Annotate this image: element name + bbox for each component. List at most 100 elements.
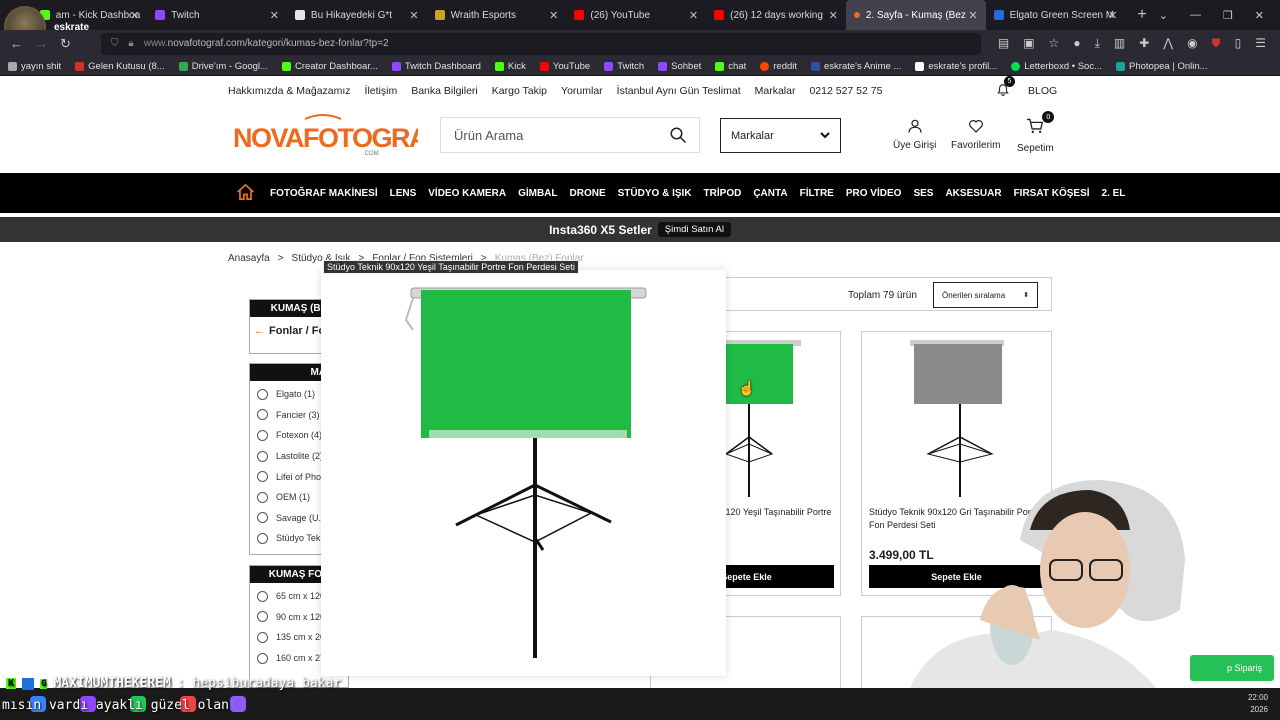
- member-login-button[interactable]: Üye Girişi: [893, 118, 936, 151]
- reader-icon[interactable]: ▤: [998, 36, 1009, 51]
- bookmark[interactable]: Gelen Kutusu (8...: [75, 61, 165, 72]
- extension-icon[interactable]: ●: [1073, 36, 1080, 51]
- nav-item[interactable]: SES: [913, 188, 933, 199]
- phone-number[interactable]: 0212 527 52 75: [809, 85, 882, 97]
- radio-button[interactable]: [257, 652, 268, 664]
- site-logo[interactable]: NOVAFOTOGRAF .COM: [233, 113, 445, 159]
- bookmark[interactable]: YouTube: [539, 61, 590, 72]
- nav-item[interactable]: VİDEO KAMERA: [428, 188, 506, 199]
- buy-now-button[interactable]: Şimdi Satın Al: [657, 222, 731, 237]
- reload-icon[interactable]: ↻: [60, 36, 71, 52]
- account-icon[interactable]: ◉: [1187, 36, 1197, 51]
- search-icon[interactable]: [669, 126, 687, 147]
- nav-item[interactable]: TRİPOD: [704, 188, 742, 199]
- star-icon[interactable]: ☆: [1049, 36, 1060, 51]
- radio-button[interactable]: [257, 409, 268, 421]
- bookmark[interactable]: Twitch: [604, 61, 644, 72]
- radio-button[interactable]: [257, 491, 268, 503]
- radio-button[interactable]: [257, 471, 268, 483]
- sort-select[interactable]: Önerilen sıralama ⬍: [933, 282, 1038, 308]
- close-window-icon[interactable]: ✕: [1255, 9, 1264, 22]
- bookmark[interactable]: eskrate's Anime ...: [811, 61, 901, 72]
- close-icon[interactable]: ✕: [1108, 9, 1117, 22]
- radio-button[interactable]: [257, 611, 268, 623]
- nav-item[interactable]: STÜDYO & IŞIK: [618, 188, 692, 199]
- radio-button[interactable]: [257, 532, 268, 544]
- radio-button[interactable]: [257, 590, 268, 602]
- close-icon[interactable]: ✕: [968, 9, 977, 22]
- top-link[interactable]: Banka Bilgileri: [411, 85, 478, 97]
- sync-icon[interactable]: ⋀: [1163, 36, 1173, 51]
- nav-item[interactable]: 2. EL: [1102, 188, 1126, 199]
- bookmark[interactable]: Sohbet: [658, 61, 701, 72]
- bookmark[interactable]: Twitch Dashboard: [391, 61, 481, 72]
- bookmark[interactable]: yayın shit: [8, 61, 61, 72]
- bookmark[interactable]: Drive'ım - Googl...: [178, 61, 268, 72]
- radio-button[interactable]: [257, 429, 268, 441]
- radio-button[interactable]: [257, 512, 268, 524]
- close-icon[interactable]: ✕: [549, 9, 558, 22]
- radio-button[interactable]: [257, 631, 268, 643]
- tab-elgato[interactable]: Elgato Green Screen M ✕: [986, 0, 1126, 30]
- list-tabs-icon[interactable]: ⌄: [1159, 9, 1168, 22]
- maximize-icon[interactable]: ❐: [1223, 9, 1233, 22]
- radio-button[interactable]: [257, 388, 268, 400]
- tab-twitch[interactable]: Twitch ✕: [147, 0, 287, 30]
- cart-button[interactable]: 0 Sepetim: [1017, 111, 1055, 154]
- bookmark[interactable]: Kick: [494, 61, 526, 72]
- close-icon[interactable]: ✕: [270, 9, 279, 22]
- bell-icon[interactable]: 5: [996, 75, 1015, 100]
- tab-novafotograf[interactable]: 2. Sayfa - Kumaş (Bez ✕: [845, 0, 986, 30]
- nav-item[interactable]: PRO VİDEO: [846, 188, 902, 199]
- radio-button[interactable]: [257, 450, 268, 462]
- nav-item[interactable]: FIRSAT KÖŞESİ: [1014, 188, 1090, 199]
- blog-link[interactable]: BLOG: [1028, 85, 1057, 97]
- top-link[interactable]: Hakkımızda & Mağazamız: [228, 85, 351, 97]
- new-tab-button[interactable]: +: [1125, 0, 1158, 30]
- promo-banner[interactable]: Insta360 X5 Setler Şimdi Satın Al: [0, 217, 1280, 242]
- bookmark[interactable]: eskrate's profil...: [915, 61, 997, 72]
- close-icon[interactable]: ✕: [130, 9, 139, 22]
- bookmark[interactable]: reddit: [760, 61, 797, 72]
- screenshot-icon[interactable]: ▣: [1023, 36, 1034, 51]
- top-link[interactable]: Markalar: [755, 85, 796, 97]
- close-icon[interactable]: ✕: [689, 9, 698, 22]
- nav-item[interactable]: GİMBAL: [518, 188, 557, 199]
- tab-wraith[interactable]: Wraith Esports ✕: [427, 0, 567, 30]
- home-icon[interactable]: [236, 183, 255, 206]
- nav-item[interactable]: DRONE: [570, 188, 606, 199]
- top-link[interactable]: İletişim: [365, 85, 398, 97]
- bookmark[interactable]: chat: [715, 61, 746, 72]
- tab-hikaye[interactable]: Bu Hikayedeki G*t ✕: [287, 0, 427, 30]
- top-link[interactable]: Yorumlar: [561, 85, 603, 97]
- whatsapp-order-button[interactable]: p Sipariş: [1190, 655, 1274, 681]
- nav-item[interactable]: ÇANTA: [753, 188, 787, 199]
- history-icon[interactable]: ▥: [1114, 36, 1125, 51]
- favorites-button[interactable]: Favorilerim: [951, 118, 1000, 151]
- address-bar[interactable]: ⛉ 🔒︎ www.novafotograf.com/kategori/kumas…: [100, 32, 981, 55]
- app-icon[interactable]: [230, 696, 246, 712]
- top-link[interactable]: İstanbul Aynı Gün Teslimat: [617, 85, 741, 97]
- nav-item[interactable]: FİLTRE: [800, 188, 834, 199]
- nav-item[interactable]: AKSESUAR: [945, 188, 1001, 199]
- breadcrumb-item[interactable]: Anasayfa: [228, 253, 270, 264]
- puzzle-icon[interactable]: ✚: [1139, 36, 1149, 51]
- minimize-icon[interactable]: —: [1190, 9, 1201, 21]
- tab-youtube-video[interactable]: (26) 12 days working ✕: [706, 0, 846, 30]
- forward-icon[interactable]: →: [35, 36, 48, 51]
- nav-item[interactable]: FOTOĞRAF MAKİNESİ: [270, 188, 378, 199]
- search-input[interactable]: Ürün Arama: [440, 117, 700, 153]
- tab-kick-dashboard[interactable]: am - Kick Dashboa ✕: [32, 0, 147, 30]
- bookmark[interactable]: Letterboxd • Soc...: [1011, 61, 1102, 72]
- tab-youtube[interactable]: (26) YouTube ✕: [566, 0, 706, 30]
- back-icon[interactable]: ←: [10, 36, 23, 51]
- brands-dropdown[interactable]: Markalar: [720, 118, 841, 153]
- product-name[interactable]: x120 Yeşil Taşınabilir Portre: [721, 506, 831, 519]
- bookmark[interactable]: Photopea | Onlin...: [1116, 61, 1208, 72]
- ublock-icon[interactable]: ⛊: [1212, 36, 1221, 51]
- sidebar-icon[interactable]: ▯: [1235, 36, 1242, 51]
- nav-item[interactable]: LENS: [390, 188, 417, 199]
- download-icon[interactable]: ⤓: [1095, 36, 1100, 51]
- top-link[interactable]: Kargo Takip: [492, 85, 547, 97]
- menu-icon[interactable]: ☰: [1255, 36, 1266, 51]
